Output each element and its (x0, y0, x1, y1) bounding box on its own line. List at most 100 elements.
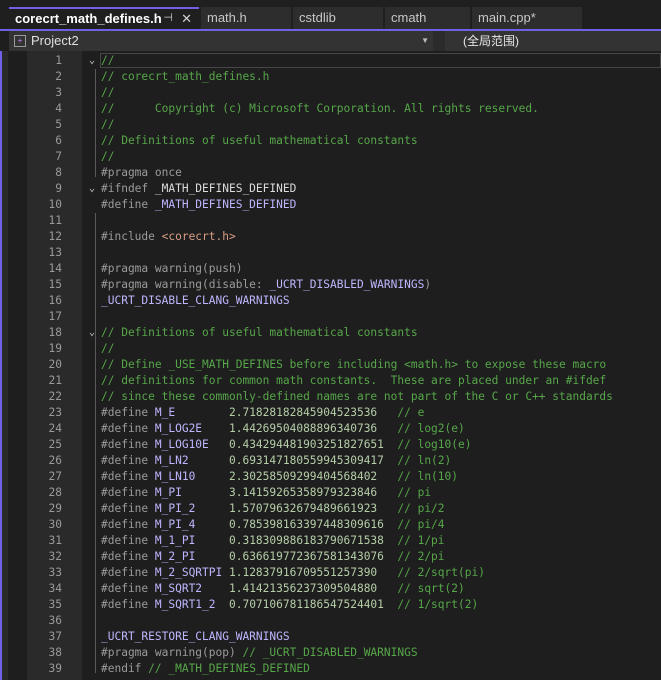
tab-corecrt-math-defines[interactable]: corecrt_math_defines.h ⊣ ✕ (9, 7, 199, 29)
code-line[interactable]: 30 #define M_PI_4 0.785398163397448309616… (0, 517, 661, 533)
code-line[interactable]: 4 // Copyright (c) Microsoft Corporation.… (0, 101, 661, 117)
code-line[interactable]: 39 #endif // _MATH_DEFINES_DEFINED (0, 661, 661, 677)
line-number: 14 (48, 262, 62, 275)
code-line[interactable]: 26 #define M_LN2 0.693147180559945309417 … (0, 453, 661, 469)
code-token: // ln(2) (397, 454, 452, 467)
code-line[interactable]: 37 _UCRT_RESTORE_CLANG_WARNINGS (0, 629, 661, 645)
current-line-highlight (100, 53, 661, 68)
pin-icon[interactable]: ⊣ (163, 9, 173, 28)
code-token: #define (101, 598, 155, 611)
code-line[interactable]: 27 #define M_LN10 2.30258509299404568402 … (0, 469, 661, 485)
code-line[interactable]: 7 // (0, 149, 661, 165)
code-line[interactable]: 17 (0, 309, 661, 325)
code-line[interactable]: 8 #pragma once (0, 165, 661, 181)
line-number: 23 (48, 406, 62, 419)
code-line[interactable]: 33 #define M_2_SQRTPI 1.12837916709551257… (0, 565, 661, 581)
tab-cstdlib[interactable]: cstdlib (293, 7, 383, 29)
code-line[interactable]: 21 // definitions for common math constan… (0, 373, 661, 389)
tab-cmath[interactable]: cmath (385, 7, 470, 29)
code-token: M_LN2 (154, 454, 229, 467)
code-text: #endif // _MATH_DEFINES_DEFINED (101, 661, 310, 677)
code-text: #define M_LN2 0.693147180559945309417 //… (101, 453, 451, 469)
tab-bar: corecrt_math_defines.h ⊣ ✕ math.h cstdli… (0, 0, 661, 30)
code-text: // Definitions of useful mathematical co… (101, 325, 418, 341)
code-line[interactable]: 10 #define _MATH_DEFINES_DEFINED (0, 197, 661, 213)
code-token: 2.30258509299404568402 (228, 470, 398, 483)
fold-chevron-icon[interactable]: ⌄ (89, 53, 95, 69)
scope-dropdown[interactable]: (全局范围) (445, 31, 661, 51)
code-line[interactable]: 16 _UCRT_DISABLE_CLANG_WARNINGS (0, 293, 661, 309)
line-number: 7 (55, 150, 62, 163)
code-line[interactable]: 38 #pragma warning(pop) // _UCRT_DISABLED… (0, 645, 661, 661)
code-line[interactable]: 12 #include <corecrt.h> (0, 229, 661, 245)
code-line[interactable]: 5 // (0, 117, 661, 133)
code-text: // (101, 341, 114, 357)
code-token: _UCRT_RESTORE_CLANG_WARNINGS (101, 630, 290, 643)
tab-label: corecrt_math_defines.h (15, 11, 162, 26)
code-line[interactable]: 9 ⌄ #ifndef _MATH_DEFINES_DEFINED (0, 181, 661, 197)
code-token: #define (101, 502, 155, 515)
code-token: 0.318309886183790671538 (228, 534, 398, 547)
code-line[interactable]: 32 #define M_2_PI 0.636619772367581343076… (0, 549, 661, 565)
tab-main-cpp[interactable]: main.cpp* (472, 7, 582, 29)
code-line[interactable]: 2 // corecrt_math_defines.h (0, 69, 661, 85)
fold-chevron-icon[interactable]: ⌄ (89, 181, 95, 197)
line-number: 4 (55, 102, 62, 115)
code-line[interactable]: 25 #define M_LOG10E 0.4342944819032518276… (0, 437, 661, 453)
code-line[interactable]: 35 #define M_SQRT1_2 0.707106781186547524… (0, 597, 661, 613)
code-line[interactable]: 20 // Define _USE_MATH_DEFINES before inc… (0, 357, 661, 373)
code-token: // since these commonly-defined names ar… (101, 390, 613, 403)
close-icon[interactable]: ✕ (181, 9, 192, 28)
project-dropdown[interactable]: + Project2 ▼ (9, 31, 433, 51)
code-text: #define M_PI_4 0.785398163397448309616 /… (101, 517, 445, 533)
code-token: // ln(10) (397, 470, 458, 483)
code-text: #define M_E 2.71828182845904523536 // e (101, 405, 424, 421)
code-text: #pragma warning(push) (101, 261, 242, 277)
code-line[interactable]: 3 // (0, 85, 661, 101)
code-line[interactable]: 34 #define M_SQRT2 1.41421356237309504880… (0, 581, 661, 597)
code-line[interactable]: 36 (0, 613, 661, 629)
code-line[interactable]: 28 #define M_PI 3.14159265358979323846 //… (0, 485, 661, 501)
code-line[interactable]: 19 // (0, 341, 661, 357)
code-line[interactable]: 14 #pragma warning(push) (0, 261, 661, 277)
tab-label: cmath (391, 10, 427, 25)
code-token: // Definitions of useful mathematical co… (101, 326, 418, 339)
code-text: // since these commonly-defined names ar… (101, 389, 613, 405)
code-line[interactable]: 11 (0, 213, 661, 229)
line-number: 29 (48, 502, 62, 515)
code-line[interactable]: 29 #define M_PI_2 1.57079632679489661923 … (0, 501, 661, 517)
code-line[interactable]: 13 (0, 245, 661, 261)
navigation-bar: + Project2 ▼ (全局范围) (9, 31, 661, 51)
project-icon: + (14, 35, 26, 47)
code-line[interactable]: 22 // since these commonly-defined names … (0, 389, 661, 405)
code-line[interactable]: 1 ⌄ // (0, 53, 661, 69)
code-token: M_PI_2 (154, 502, 229, 515)
line-number: 13 (48, 246, 62, 259)
code-line[interactable]: 6 // Definitions of useful mathematical c… (0, 133, 661, 149)
line-number: 34 (48, 582, 62, 595)
code-token: M_PI_4 (154, 518, 229, 531)
line-number: 6 (55, 134, 62, 147)
code-token: // e (397, 406, 425, 419)
code-token: <corecrt.h> (161, 230, 236, 243)
code-line[interactable]: 23 #define M_E 2.71828182845904523536 // … (0, 405, 661, 421)
code-text: // Define _USE_MATH_DEFINES before inclu… (101, 357, 606, 373)
code-token: M_LN10 (154, 470, 229, 483)
code-line[interactable]: 24 #define M_LOG2E 1.44269504088896340736… (0, 421, 661, 437)
tab-math-h[interactable]: math.h (201, 7, 291, 29)
code-token: _UCRT_DISABLE_CLANG_WARNINGS (101, 294, 290, 307)
code-line[interactable]: 18 ⌄// Definitions of useful mathematical… (0, 325, 661, 341)
code-token: 0.636619772367581343076 (228, 550, 398, 563)
code-text: // (101, 149, 114, 165)
code-token: // _MATH_DEFINES_DEFINED (148, 662, 310, 675)
line-number: 37 (48, 630, 62, 643)
code-editor[interactable]: 1 ⌄ // 2 // corecrt_math_defines.h 3 // 4 // Cop… (0, 51, 661, 680)
line-number: 38 (48, 646, 62, 659)
code-line[interactable]: 31 #define M_1_PI 0.318309886183790671538… (0, 533, 661, 549)
code-line[interactable]: 15 #pragma warning(disable: _UCRT_DISABLE… (0, 277, 661, 293)
line-number: 8 (55, 166, 62, 179)
code-token: #define (101, 582, 155, 595)
line-number: 3 (55, 86, 62, 99)
code-token: // log10(e) (397, 438, 472, 451)
code-token: // 2/sqrt(pi) (397, 566, 485, 579)
